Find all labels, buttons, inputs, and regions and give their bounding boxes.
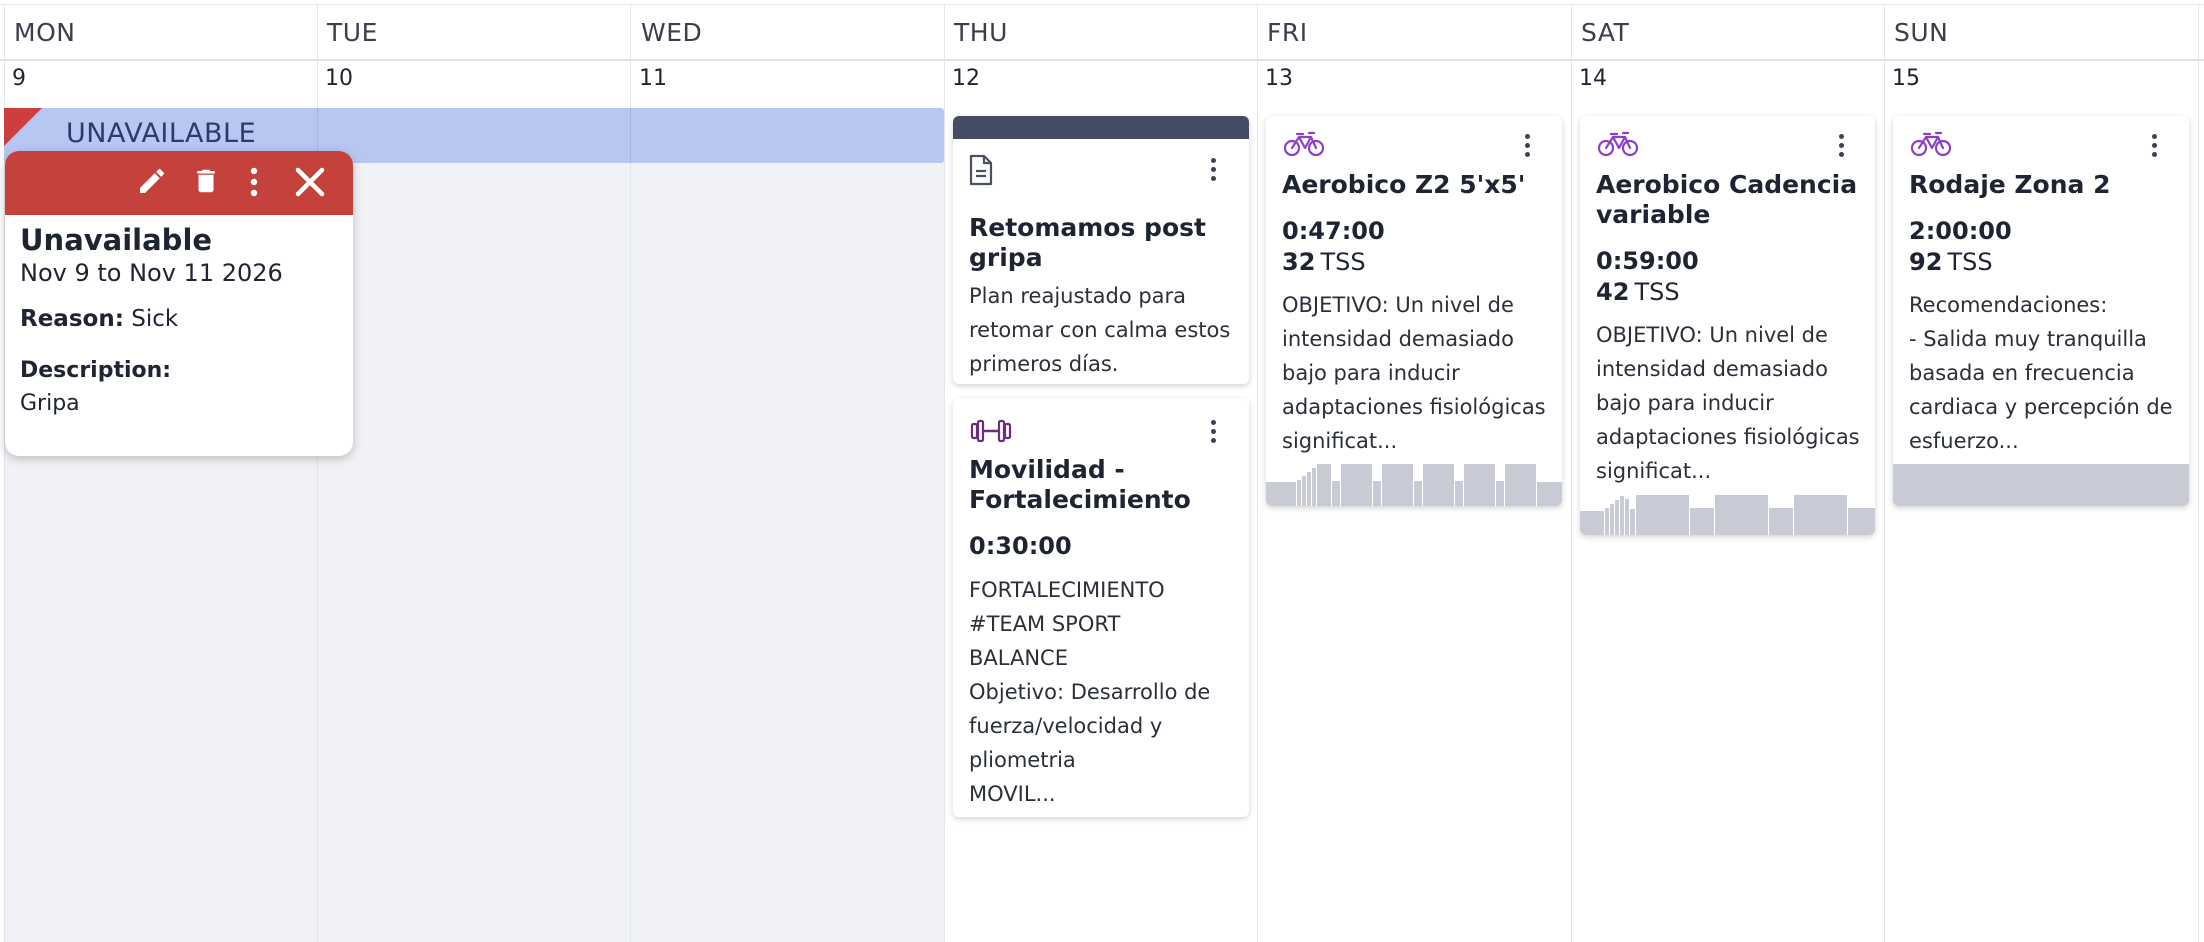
sat-tss: 42 TSS (1596, 278, 1680, 306)
fri-duration: 0:47:00 (1282, 217, 1385, 245)
fri-title: Aerobico Z2 5'x5' (1282, 170, 1526, 199)
unavailable-divider (630, 108, 631, 163)
day-name-mon: MON (14, 18, 76, 47)
popup-dates: Nov 9 to Nov 11 2026 (20, 259, 283, 287)
fri-tss-value: 32 (1282, 248, 1316, 276)
day-name-sat: SAT (1581, 18, 1630, 47)
note-menu-icon[interactable] (1211, 158, 1217, 185)
strength-description: FORTALECIMIENTO #TEAM SPORT BALANCE Obje… (969, 578, 1211, 806)
more-options-icon[interactable] (250, 167, 258, 201)
column-divider (1257, 5, 1258, 942)
document-icon (968, 154, 994, 190)
bike-workout-card-fri[interactable]: Aerobico Z2 5'x5' 0:47:00 32 TSS OBJETIV… (1266, 116, 1562, 506)
sun-menu-icon[interactable] (2152, 134, 2158, 161)
dumbbell-icon (969, 418, 1013, 448)
bike-icon (1283, 130, 1325, 162)
day-number-thu[interactable]: 12 (952, 66, 980, 91)
unavailable-shade-wed (631, 110, 944, 942)
fri-tss: 32 TSS (1282, 248, 1366, 276)
sun-tss-value: 92 (1909, 248, 1943, 276)
day-number-sun[interactable]: 15 (1892, 66, 1920, 91)
popup-title: Unavailable (20, 223, 213, 257)
strength-workout-card[interactable]: Movilidad - Fortalecimiento 0:30:00 FORT… (953, 398, 1249, 817)
note-card-header (953, 116, 1249, 139)
sat-title: Aerobico Cadencia variable (1596, 170, 1858, 229)
sat-description: OBJETIVO: Un nivel de intensidad demasia… (1596, 323, 1860, 483)
unavailable-label: UNAVAILABLE (66, 118, 257, 149)
note-card[interactable]: Retomamos post gripa Plan reajustado par… (953, 116, 1249, 384)
day-number-mon[interactable]: 9 (12, 66, 26, 91)
sun-title: Rodaje Zona 2 (1909, 170, 2111, 199)
bike-workout-card-sat[interactable]: Aerobico Cadencia variable 0:59:00 42 TS… (1580, 116, 1875, 535)
edit-icon[interactable] (136, 165, 168, 201)
day-number-wed[interactable]: 11 (639, 66, 667, 91)
strength-duration: 0:30:00 (969, 532, 1072, 560)
description-label: Description: (20, 358, 172, 383)
note-description: Plan reajustado para retomar con calma e… (969, 284, 1231, 376)
bike-icon (1597, 130, 1639, 162)
day-number-tue[interactable]: 10 (325, 66, 353, 91)
sat-menu-icon[interactable] (1839, 134, 1845, 161)
delete-icon[interactable] (191, 165, 221, 201)
fri-menu-icon[interactable] (1525, 134, 1531, 161)
fri-tss-label: TSS (1320, 248, 1366, 276)
day-number-sat[interactable]: 14 (1579, 66, 1607, 91)
column-divider (1571, 5, 1572, 942)
bike-icon (1910, 130, 1952, 162)
day-name-tue: TUE (327, 18, 378, 47)
strength-menu-icon[interactable] (1211, 420, 1217, 447)
sat-duration: 0:59:00 (1596, 247, 1699, 275)
sun-tss: 92 TSS (1909, 248, 1993, 276)
unavailable-flag (4, 108, 42, 146)
sun-tss-label: TSS (1947, 248, 1993, 276)
day-name-fri: FRI (1267, 18, 1308, 47)
sat-tss-value: 42 (1596, 278, 1630, 306)
fri-workout-graph (1266, 462, 1562, 506)
day-name-sun: SUN (1894, 18, 1949, 47)
day-name-thu: THU (954, 18, 1008, 47)
sun-workout-graph (1893, 464, 2189, 506)
reason-label: Reason: (20, 306, 124, 332)
column-divider (1884, 5, 1885, 942)
sun-duration: 2:00:00 (1909, 217, 2012, 245)
reason-value: Sick (131, 306, 179, 332)
note-title: Retomamos post gripa (969, 213, 1206, 272)
sat-tss-label: TSS (1634, 278, 1680, 306)
popup-reason: Reason: Sick (20, 306, 178, 332)
bike-workout-card-sun[interactable]: Rodaje Zona 2 2:00:00 92 TSS Recomendaci… (1893, 116, 2189, 506)
sun-description: Recomendaciones: - Salida muy tranquilla… (1909, 293, 2173, 453)
unavailable-popup: Unavailable Nov 9 to Nov 11 2026 Reason:… (5, 151, 353, 456)
column-divider (944, 5, 945, 942)
day-number-fri[interactable]: 13 (1265, 66, 1293, 91)
close-icon[interactable] (293, 165, 327, 203)
sat-workout-graph (1580, 491, 1875, 535)
day-name-wed: WED (641, 18, 703, 47)
description-value: Gripa (20, 391, 80, 416)
unavailable-shade-tue (318, 110, 630, 942)
column-divider (2198, 5, 2199, 942)
fri-description: OBJETIVO: Un nivel de intensidad demasia… (1282, 293, 1546, 453)
strength-title: Movilidad - Fortalecimiento (969, 455, 1191, 514)
